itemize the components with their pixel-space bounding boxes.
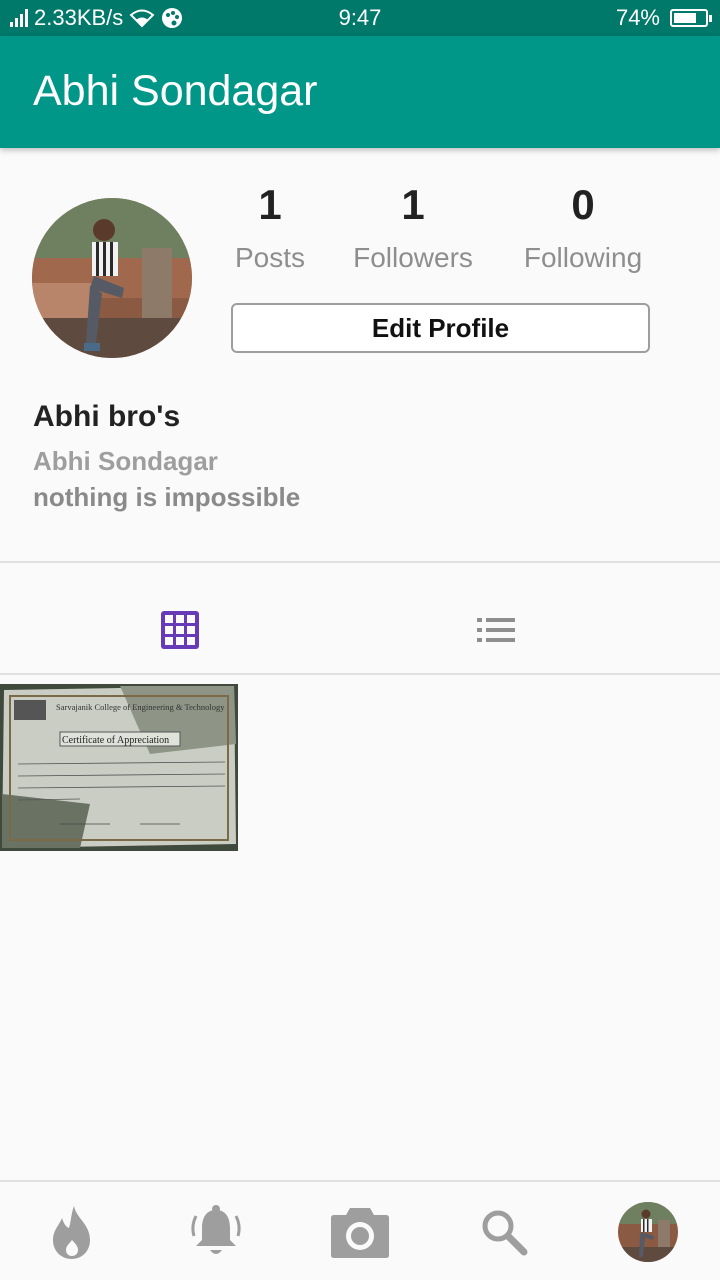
list-icon	[477, 618, 515, 642]
battery-percent: 74%	[615, 5, 660, 30]
following-label: Following	[523, 242, 643, 273]
bottom-nav	[0, 1180, 720, 1280]
nav-item-notifications[interactable]	[144, 1192, 288, 1272]
posts-label: Posts	[234, 242, 306, 273]
search-icon	[482, 1210, 528, 1256]
display-name: Abhi bro's	[33, 400, 181, 433]
posts-count: 1	[258, 181, 282, 228]
app-bar: Abhi Sondagar	[0, 36, 720, 148]
certificate-title-text: Certificate of Appreciation	[62, 735, 169, 746]
nav-item-camera[interactable]	[288, 1192, 432, 1272]
profile-avatar	[618, 1202, 678, 1262]
following-count: 0	[571, 181, 595, 228]
divider	[0, 561, 720, 563]
stat-posts[interactable]: 1 Posts	[222, 180, 318, 286]
certificate-college-text: Sarvajanik College of Engineering & Tech…	[56, 702, 225, 712]
tab-list-view[interactable]	[316, 590, 676, 670]
stat-followers[interactable]: 1 Followers	[343, 180, 483, 286]
status-bar: 2.33KB/s 9:47 74%	[0, 0, 720, 36]
bio: nothing is impossible	[33, 482, 301, 512]
nav-item-search[interactable]	[432, 1192, 576, 1272]
followers-count: 1	[401, 181, 425, 228]
post-thumbnail[interactable]: Sarvajanik College of Engineering & Tech…	[0, 684, 238, 851]
flame-icon	[53, 1206, 90, 1259]
nav-item-trending[interactable]	[0, 1192, 144, 1272]
edit-profile-button[interactable]: Edit Profile	[231, 303, 650, 353]
username: Abhi Sondagar	[33, 446, 218, 476]
grid-icon	[161, 611, 199, 649]
followers-label: Followers	[353, 242, 473, 273]
tab-grid-view[interactable]	[0, 590, 360, 670]
nav-item-profile[interactable]	[576, 1192, 720, 1272]
stat-following[interactable]: 0 Following	[513, 180, 653, 286]
battery-icon	[670, 9, 712, 27]
camera-icon	[331, 1208, 389, 1258]
profile-avatar[interactable]	[32, 198, 192, 358]
clock: 9:47	[338, 5, 382, 30]
bell-icon	[191, 1205, 241, 1254]
page-title: Abhi Sondagar	[33, 67, 318, 115]
divider	[0, 673, 720, 675]
